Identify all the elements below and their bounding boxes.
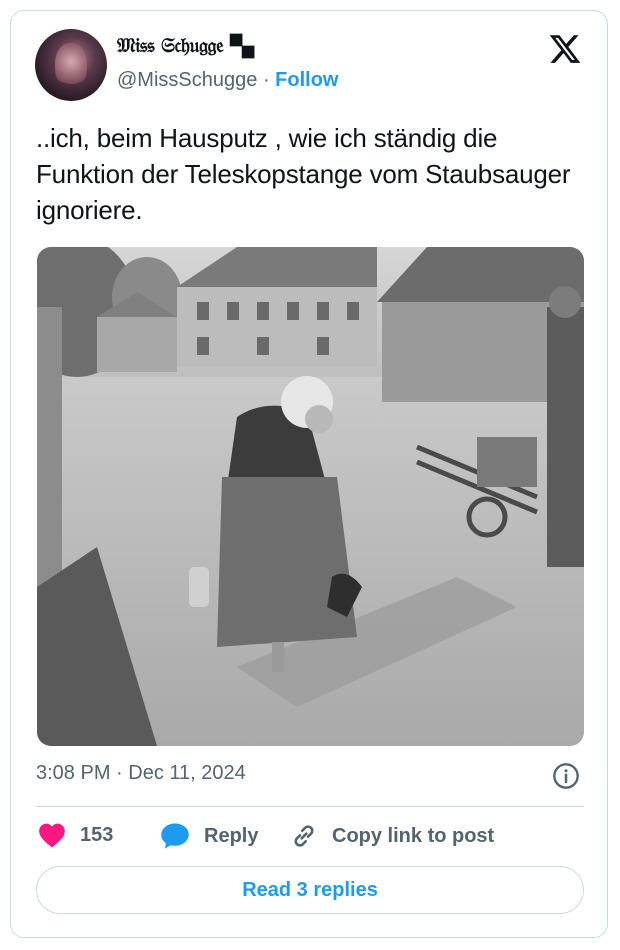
display-name[interactable]: 𝔐𝔦𝔰𝔰 𝔖𝔠𝔥𝔲𝔤𝔤𝔢 🙿 bbox=[117, 33, 254, 57]
x-logo-icon[interactable] bbox=[548, 32, 582, 66]
photo-scene bbox=[37, 247, 584, 746]
divider bbox=[36, 806, 584, 807]
timestamp[interactable]: 3:08 PM · Dec 11, 2024 bbox=[36, 762, 246, 785]
copy-link-label: Copy link to post bbox=[332, 824, 495, 847]
read-replies-button[interactable]: Read 3 replies bbox=[36, 866, 584, 914]
like-count: 153 bbox=[80, 823, 114, 846]
handle-row: @MissSchugge · Follow bbox=[117, 69, 339, 92]
info-icon[interactable] bbox=[552, 762, 580, 790]
handle-separator: · bbox=[262, 69, 270, 91]
tweet-text: ..ich, beim Hausputz , wie ich ständig d… bbox=[36, 123, 571, 225]
heart-icon bbox=[39, 823, 65, 848]
like-button[interactable]: 153 bbox=[38, 822, 113, 848]
link-icon bbox=[294, 825, 314, 847]
speech-bubble-icon bbox=[161, 823, 189, 849]
avatar[interactable] bbox=[35, 29, 107, 101]
follow-button[interactable]: Follow bbox=[275, 69, 338, 91]
reply-button[interactable]: Reply bbox=[160, 822, 258, 850]
copy-link-button[interactable]: Copy link to post bbox=[290, 822, 494, 850]
tweet-photo[interactable] bbox=[37, 247, 584, 746]
handle[interactable]: @MissSchugge bbox=[117, 69, 257, 91]
reply-label: Reply bbox=[204, 824, 259, 847]
